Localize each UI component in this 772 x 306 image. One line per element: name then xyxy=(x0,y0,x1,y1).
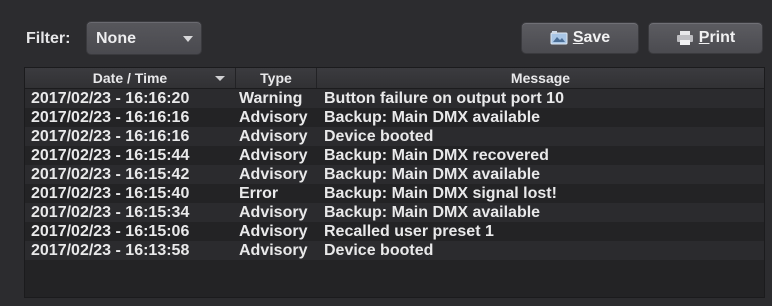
cell-type: Advisory xyxy=(239,147,308,164)
cell-type: Advisory xyxy=(239,166,308,183)
print-label-mnemonic: P xyxy=(698,29,710,46)
column-header-message[interactable]: Message xyxy=(317,68,764,88)
print-button[interactable]: Print xyxy=(648,22,763,54)
save-label: ave xyxy=(583,29,611,46)
cell-datetime: 2017/02/23 - 16:13:58 xyxy=(31,242,190,259)
cell-datetime: 2017/02/23 - 16:15:42 xyxy=(31,166,190,183)
table-row[interactable]: 2017/02/23 - 16:15:42 Advisory Backup: M… xyxy=(25,165,764,184)
cell-datetime: 2017/02/23 - 16:15:34 xyxy=(31,204,190,221)
print-label: rint xyxy=(709,29,736,46)
cell-message: Button failure on output port 10 xyxy=(324,90,564,107)
table-row[interactable]: 2017/02/23 - 16:16:16 Advisory Backup: M… xyxy=(25,108,764,127)
cell-message: Backup: Main DMX available xyxy=(324,109,541,126)
save-icon xyxy=(550,31,568,45)
cell-type: Advisory xyxy=(239,242,308,259)
cell-message: Backup: Main DMX recovered xyxy=(324,147,549,164)
cell-datetime: 2017/02/23 - 16:16:16 xyxy=(31,128,190,145)
cell-message: Backup: Main DMX available xyxy=(324,204,541,221)
table-row[interactable]: 2017/02/23 - 16:16:20 Warning Button fai… xyxy=(25,89,764,108)
sort-descending-icon xyxy=(215,76,225,81)
printer-icon xyxy=(676,31,693,45)
table-row[interactable]: 2017/02/23 - 16:13:58 Advisory Device bo… xyxy=(25,241,764,260)
event-log-window: Filter: None Save Print Date / Time Type… xyxy=(0,0,772,306)
cell-message: Device booted xyxy=(324,242,434,259)
cell-message: Device booted xyxy=(324,128,434,145)
column-header-datetime[interactable]: Date / Time xyxy=(25,68,236,88)
cell-type: Advisory xyxy=(239,223,308,240)
toolbar: Filter: None Save Print xyxy=(0,0,772,62)
table-row[interactable]: 2017/02/23 - 16:16:16 Advisory Device bo… xyxy=(25,127,764,146)
table-row[interactable]: 2017/02/23 - 16:15:34 Advisory Backup: M… xyxy=(25,203,764,222)
cell-message: Backup: Main DMX signal lost! xyxy=(324,185,557,202)
table-row[interactable]: 2017/02/23 - 16:15:06 Advisory Recalled … xyxy=(25,222,764,241)
table-body: 2017/02/23 - 16:16:20 Warning Button fai… xyxy=(25,89,764,260)
filter-selected-value: None xyxy=(96,30,136,47)
cell-datetime: 2017/02/23 - 16:15:40 xyxy=(31,185,190,202)
filter-label: Filter: xyxy=(26,30,71,47)
filter-dropdown[interactable]: None xyxy=(86,21,202,55)
table-header: Date / Time Type Message xyxy=(25,68,764,89)
cell-message: Backup: Main DMX available xyxy=(324,166,541,183)
table-row[interactable]: 2017/02/23 - 16:15:40 Error Backup: Main… xyxy=(25,184,764,203)
cell-datetime: 2017/02/23 - 16:15:06 xyxy=(31,223,190,240)
table-row[interactable]: 2017/02/23 - 16:15:44 Advisory Backup: M… xyxy=(25,146,764,165)
cell-type: Advisory xyxy=(239,109,308,126)
cell-message: Recalled user preset 1 xyxy=(324,223,494,240)
column-header-type[interactable]: Type xyxy=(236,68,317,88)
cell-datetime: 2017/02/23 - 16:16:16 xyxy=(31,109,190,126)
save-label-mnemonic: S xyxy=(572,29,584,46)
cell-datetime: 2017/02/23 - 16:15:44 xyxy=(31,147,190,164)
save-button[interactable]: Save xyxy=(521,22,639,54)
cell-type: Warning xyxy=(239,90,303,107)
event-log-table[interactable]: Date / Time Type Message 2017/02/23 - 16… xyxy=(24,67,765,298)
cell-type: Error xyxy=(239,185,279,202)
cell-type: Advisory xyxy=(239,128,308,145)
chevron-down-icon xyxy=(183,36,193,42)
cell-datetime: 2017/02/23 - 16:16:20 xyxy=(31,90,190,107)
cell-type: Advisory xyxy=(239,204,308,221)
